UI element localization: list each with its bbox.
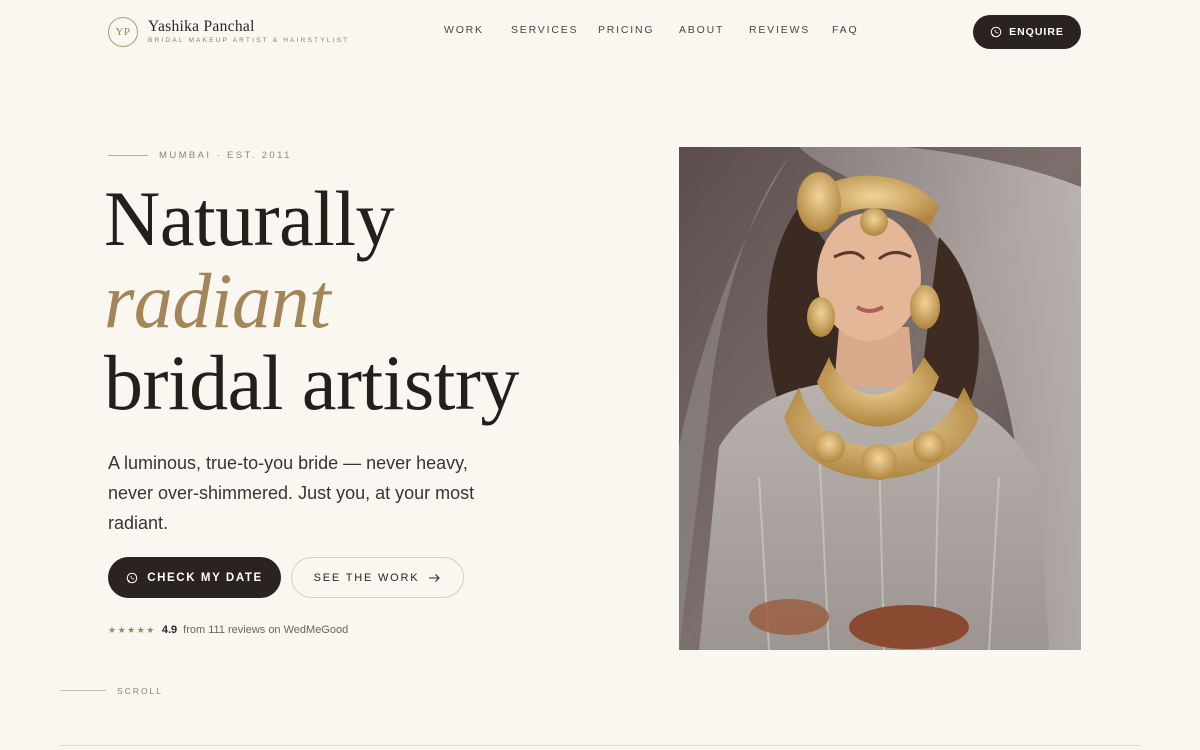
headline-line-3: bridal artistry	[104, 339, 519, 426]
whatsapp-icon	[126, 572, 138, 583]
hero-description: A luminous, true-to-you bride — never he…	[108, 453, 475, 533]
see-the-work-label: SEE THE WORK	[313, 571, 420, 584]
scroll-indicator-line	[60, 690, 106, 691]
nav-item-work[interactable]: WORK	[444, 24, 484, 36]
nav-item-faq[interactable]: FAQ	[832, 24, 858, 36]
enquire-button[interactable]: ENQUIRE	[973, 15, 1081, 49]
hero-headline: Naturally radiant bridal artistry	[104, 178, 624, 424]
rating-score: 4.9	[161, 624, 178, 636]
nav-item-reviews[interactable]: REVIEWS	[749, 24, 810, 36]
headline-line-1: Naturally	[104, 175, 395, 262]
scroll-label: SCROLL	[117, 686, 164, 696]
review-rating: ★★★★★ 4.9 from 111 reviews on WedMeGood	[108, 624, 348, 636]
site-header: YP Yashika Panchal BRIDAL MAKEUP ARTIST …	[0, 0, 1200, 62]
location-eyebrow: MUMBAI · EST. 2011	[159, 150, 292, 161]
nav-item-services[interactable]: SERVICES	[511, 24, 578, 36]
nav-item-pricing[interactable]: PRICING	[598, 24, 654, 36]
nav-item-about[interactable]: ABOUT	[679, 24, 724, 36]
enquire-label: ENQUIRE	[1009, 26, 1064, 38]
bride-portrait-image	[679, 147, 1081, 650]
eyebrow-divider	[108, 155, 148, 156]
whatsapp-icon	[990, 26, 1002, 38]
brand-tagline: BRIDAL MAKEUP ARTIST & HAIRSTYLIST	[148, 37, 350, 44]
arrow-right-icon	[429, 573, 441, 582]
star-rating-icon: ★★★★★	[108, 624, 156, 635]
headline-accent: radiant	[104, 257, 331, 344]
see-the-work-button[interactable]: SEE THE WORK	[291, 557, 464, 598]
section-divider	[60, 745, 1140, 746]
check-my-date-button[interactable]: CHECK MY DATE	[108, 557, 281, 598]
check-my-date-label: CHECK MY DATE	[147, 571, 263, 584]
rating-text: from 111 reviews on WedMeGood	[183, 624, 349, 636]
